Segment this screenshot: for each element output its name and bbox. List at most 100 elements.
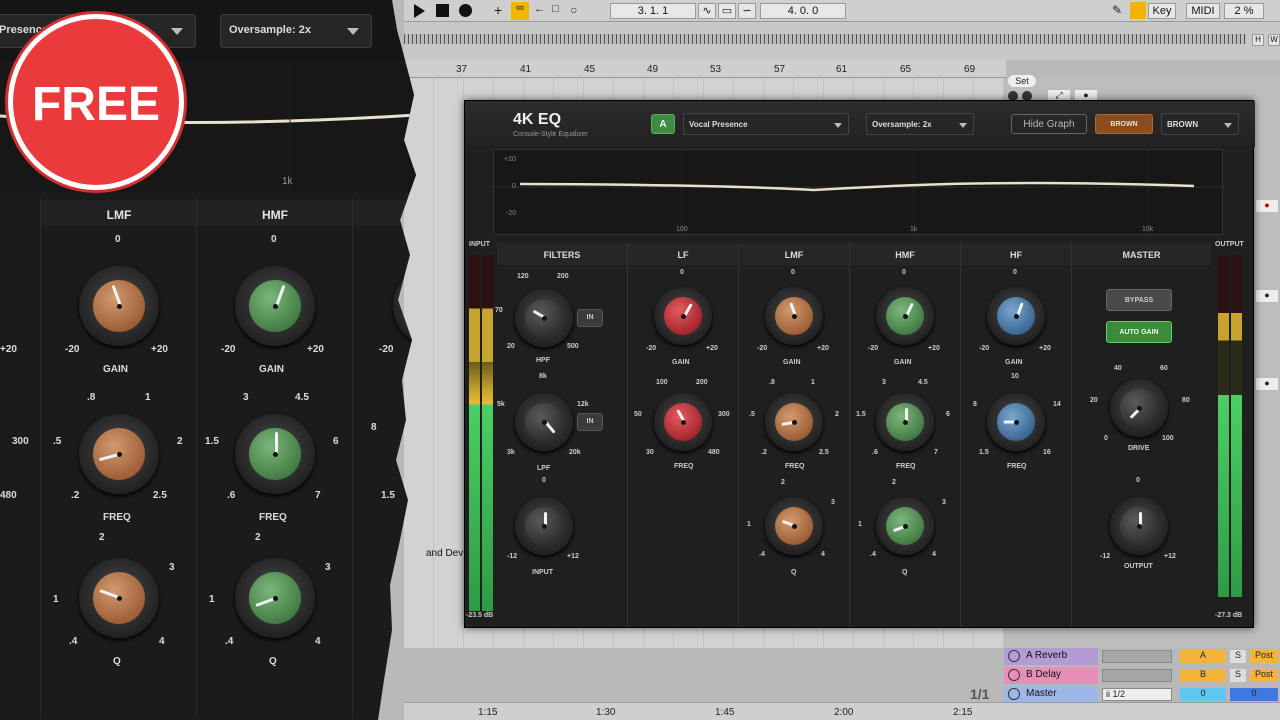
hide-graph-button[interactable]: Hide Graph — [1011, 114, 1087, 134]
brown-dropdown[interactable]: BROWN — [1161, 113, 1239, 135]
metronome-icon[interactable]: ○ — [570, 3, 577, 17]
freq-tick: 3 — [882, 379, 886, 386]
follow-icon[interactable]: ∞ — [511, 2, 529, 20]
output-db-readout: -27.3 dB — [1215, 612, 1243, 619]
drive-tick: 40 — [1114, 365, 1122, 372]
input-db-readout: -23.5 dB — [466, 612, 494, 619]
lmf-q-knob[interactable] — [79, 558, 159, 638]
return-track-b[interactable]: B Delay — [1004, 667, 1098, 684]
beat-ruler[interactable]: 37 41 45 49 53 57 61 65 69 — [404, 60, 1006, 78]
track-activator-icon[interactable]: ● — [1256, 378, 1278, 390]
lpf-in-button[interactable]: IN — [577, 413, 603, 431]
return-track-a[interactable]: A Reverb — [1004, 648, 1098, 665]
hmf-gain-knob[interactable] — [876, 287, 934, 345]
loop-length[interactable]: 4. 0. 0 — [760, 3, 846, 19]
eq-plugin-window: 4K EQ Console-Style Equalizer A Vocal Pr… — [464, 100, 1255, 628]
freq-label: FREQ — [103, 512, 131, 523]
play-icon[interactable] — [1008, 650, 1020, 662]
return-b-solo[interactable]: S — [1230, 669, 1246, 682]
drive-knob[interactable] — [1110, 379, 1168, 437]
freq-tick: .2 — [761, 449, 767, 456]
return-b-letter[interactable]: B — [1180, 669, 1226, 682]
lf-freq-300: 300 — [12, 436, 29, 447]
punch-in-button[interactable]: ∿ — [698, 3, 716, 19]
loop-switch-button[interactable]: ▭ — [718, 3, 736, 19]
set-button[interactable]: Set — [1008, 75, 1036, 87]
key-map-button[interactable]: Key — [1148, 3, 1176, 19]
midi-map-button[interactable]: MIDI — [1186, 3, 1220, 19]
lmf-gain-knob[interactable] — [79, 266, 159, 346]
play-icon[interactable] — [1008, 688, 1020, 700]
hmf-freq-knob[interactable] — [876, 393, 934, 451]
q-tick: 4 — [932, 551, 936, 558]
hmf-gain-knob[interactable] — [235, 266, 315, 346]
q-tick: .4 — [225, 636, 234, 647]
h-button[interactable]: H — [1252, 34, 1264, 46]
return-b-post[interactable]: Post — [1250, 669, 1278, 682]
input-gain-knob[interactable] — [515, 497, 573, 555]
lf-gain-knob[interactable] — [654, 287, 712, 345]
pencil-icon[interactable]: ✎ — [1112, 3, 1122, 17]
return-a-post[interactable]: Post — [1250, 650, 1278, 663]
gain-tick: -20 — [646, 345, 657, 352]
time-ruler[interactable]: 1:15 1:30 1:45 2:00 2:15 — [404, 702, 1280, 720]
hpf-in-button[interactable]: IN — [577, 309, 603, 327]
gain-min: -20 — [65, 344, 80, 355]
drive-tick: 60 — [1160, 365, 1168, 372]
loop-icon[interactable]: □ — [552, 3, 559, 15]
ab-toggle-button[interactable]: A — [651, 114, 675, 134]
return-a-slot[interactable] — [1102, 650, 1172, 663]
hf-gain-knob[interactable] — [987, 287, 1045, 345]
hpf-tick: 200 — [557, 273, 569, 280]
lf-freq-knob[interactable] — [654, 393, 712, 451]
lpf-knob[interactable] — [515, 393, 573, 451]
lmf-gain-knob[interactable] — [765, 287, 823, 345]
hf-freq-knob[interactable] — [987, 393, 1045, 451]
output-gain-knob[interactable] — [1110, 497, 1168, 555]
preset-dropdown[interactable]: Vocal Presence — [683, 113, 849, 135]
add-icon[interactable]: + — [494, 2, 502, 18]
punch-out-button[interactable]: ∽ — [738, 3, 756, 19]
hmf-q-knob[interactable] — [876, 497, 934, 555]
oversample-dropdown[interactable]: Oversample: 2x — [866, 113, 974, 135]
lmf-q-knob[interactable] — [765, 497, 823, 555]
w-button[interactable]: W — [1268, 34, 1280, 46]
play-icon[interactable] — [1008, 669, 1020, 681]
hf-freq-15: 1.5 — [381, 490, 395, 501]
arrangement-position[interactable]: 3. 1. 1 — [610, 3, 696, 19]
master-value-1[interactable]: 0 — [1180, 688, 1226, 701]
brown-mode-button[interactable]: BROWN — [1095, 114, 1153, 134]
track-activator-icon[interactable]: ● — [1256, 200, 1278, 212]
hmf-section: HMF 0 -20 +20 GAIN 3 4.5 1.5 6 .6 7 FREQ… — [849, 243, 960, 627]
master-track[interactable]: Master — [1004, 686, 1098, 703]
overview-bar[interactable] — [404, 34, 1246, 44]
q-tick: 4 — [159, 636, 165, 647]
freq-tick: 7 — [315, 490, 321, 501]
lmf-freq-knob[interactable] — [765, 393, 823, 451]
master-input-select[interactable]: ii 1/2 — [1102, 688, 1172, 701]
gain-tick: -20 — [979, 345, 990, 352]
stop-icon[interactable] — [436, 4, 449, 17]
auto-gain-button[interactable]: AUTO GAIN — [1106, 321, 1172, 343]
hpf-label: HPF — [536, 357, 550, 364]
bypass-button[interactable]: BYPASS — [1106, 289, 1172, 311]
play-icon[interactable] — [414, 4, 425, 18]
back-icon[interactable]: ← — [534, 3, 545, 15]
zoomed-oversample-dropdown[interactable]: Oversample: 2x — [220, 14, 372, 48]
record-icon[interactable] — [459, 4, 472, 17]
return-b-slot[interactable] — [1102, 669, 1172, 682]
hpf-knob[interactable] — [515, 289, 573, 347]
lmf-freq-knob[interactable] — [79, 414, 159, 494]
master-value-2[interactable]: 0 — [1230, 688, 1278, 701]
plugin-subtitle: Console-Style Equalizer — [513, 131, 588, 138]
freq-tick: .6 — [227, 490, 236, 501]
gain-label: GAIN — [783, 359, 801, 366]
return-a-letter[interactable]: A — [1180, 650, 1226, 663]
return-a-solo[interactable]: S — [1230, 650, 1246, 663]
key-map-icon[interactable] — [1130, 2, 1146, 19]
q-tick: .4 — [69, 636, 78, 647]
q-label: Q — [902, 569, 908, 576]
hmf-q-knob[interactable] — [235, 558, 315, 638]
track-activator-icon[interactable]: ● — [1256, 290, 1278, 302]
hmf-freq-knob[interactable] — [235, 414, 315, 494]
